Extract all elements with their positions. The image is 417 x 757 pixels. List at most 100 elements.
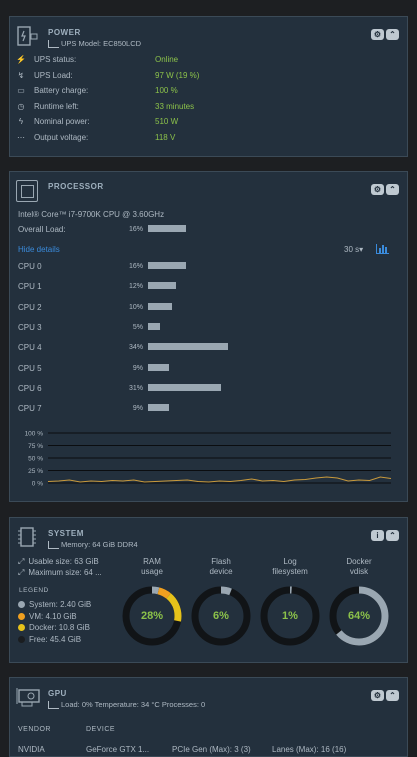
cpu-core-pct: 34%	[128, 344, 143, 352]
donut-value: 28%	[140, 610, 164, 622]
col-vendor: VENDOR	[18, 726, 51, 733]
resize-icon: ⤢	[18, 557, 25, 566]
graph-tick-label: 25 %	[28, 468, 43, 475]
ups-icon	[16, 25, 38, 47]
settings-button[interactable]: ⚙	[371, 184, 384, 195]
chevron-up-icon: ⌃	[389, 30, 396, 39]
graph-tick-label: 0 %	[32, 481, 43, 488]
dots-icon: ⋯	[17, 132, 25, 142]
info-button[interactable]: i	[371, 530, 384, 541]
power-row-value: 118 V	[155, 132, 176, 142]
cpu-core-pct: 16%	[128, 263, 143, 270]
gpu-panel: GPU Load: 0% Temperature: 34 °C Processe…	[9, 677, 408, 757]
clock-icon: ◷	[17, 101, 25, 111]
donut-label: RAM usage	[141, 557, 163, 576]
legend-dot	[18, 612, 25, 620]
hide-details-link[interactable]: Hide details	[18, 245, 60, 254]
gear-icon: ⚙	[373, 30, 382, 39]
gpu-icon	[16, 686, 40, 708]
info-icon: i	[376, 531, 379, 540]
power-row-value: 100 %	[155, 86, 178, 95]
col-device: DEVICE	[86, 726, 116, 733]
power-row-label: Output voltage:	[34, 132, 89, 142]
power-row-value: 97 W (19 %)	[155, 70, 200, 80]
legend-dot	[18, 601, 25, 609]
chart-icon	[48, 40, 59, 49]
collapse-button[interactable]: ⌃	[386, 690, 399, 701]
graph-toggle-icon[interactable]	[376, 244, 389, 254]
cpu-core-bar	[148, 322, 160, 330]
power-row-label: UPS Load:	[34, 70, 73, 80]
power-title: POWER	[48, 28, 81, 37]
cpu-core-bar	[148, 262, 186, 269]
cpu-core-pct: 10%	[128, 303, 143, 311]
chart-line-icon	[48, 701, 59, 710]
chevron-up-icon: ⌃	[389, 531, 396, 540]
cpu-core-pct: 12%	[128, 283, 143, 291]
resize-icon: ⤢	[18, 568, 25, 577]
collapse-button[interactable]: ⌃	[386, 29, 399, 40]
settings-button[interactable]: ⚙	[371, 29, 384, 40]
donut-label: Docker vdisk	[346, 557, 372, 576]
chevron-up-icon: ⌃	[389, 185, 396, 194]
system-panel: SYSTEM Memory: 64 GiB DDR4 i ⌃ ⤢ Usable si…	[9, 517, 408, 663]
graph-tick-label: 75 %	[28, 443, 43, 450]
graph-tick-label: 50 %	[28, 456, 43, 463]
graph-tick-label: 100 %	[25, 431, 44, 438]
donut-value: 64%	[347, 610, 371, 622]
cpu-load-graph: 100 % 75 % 50 % 25 % 0 %	[25, 431, 392, 488]
legend-dot	[18, 635, 25, 643]
power-row-label: Nominal power:	[34, 117, 90, 126]
cpu-core-bar	[148, 383, 221, 391]
cpu-core-pct: 9%	[132, 364, 143, 372]
legend-item: System: 2.40 GiB	[18, 600, 91, 609]
processor-panel: PROCESSOR ⚙ ⌃ Intel® Core™ i7-9700K CPU @…	[9, 171, 408, 502]
legend-item: Free: 45.4 GiB	[18, 635, 81, 644]
legend-title: LEGEND	[19, 587, 49, 594]
donut-value: 1%	[282, 610, 298, 622]
gear-icon: ⚙	[373, 691, 382, 700]
usable-size: ⤢ Usable size: 63 GiB	[18, 557, 99, 566]
load-icon: ↯	[17, 70, 25, 80]
cpu-core-bar	[148, 404, 170, 412]
collapse-button[interactable]: ⌃	[386, 530, 399, 541]
cpu-core-bar	[148, 343, 228, 351]
power-panel: POWER UPS Model: EC850LCD ⚙ ⌃ ⚡ UPS status…	[9, 16, 408, 157]
memory-icon	[16, 526, 38, 548]
cpu-load-line	[47, 476, 392, 483]
processor-title: PROCESSOR	[48, 182, 104, 191]
gear-icon: ⚙	[373, 185, 382, 194]
power-row-label: UPS status:	[34, 55, 77, 64]
overall-load-bar	[148, 225, 186, 232]
collapse-button[interactable]: ⌃	[386, 184, 399, 195]
cpu-core-bar	[148, 282, 177, 290]
plug-icon: ⚡	[16, 55, 26, 64]
cpu-core-pct: 9%	[132, 405, 143, 413]
system-memory: Memory: 64 GiB DDR4	[48, 540, 138, 550]
cpu-icon	[16, 180, 38, 202]
cpu-core-bar	[148, 363, 170, 371]
cpu-core-bar	[148, 302, 172, 310]
power-model: UPS Model: EC850LCD	[48, 39, 141, 49]
donut-label: Log filesystem	[272, 557, 308, 576]
interval-select[interactable]: 30 s▾	[344, 245, 363, 254]
chart-line-icon	[48, 541, 59, 550]
donut-value: 6%	[213, 610, 229, 622]
system-title: SYSTEM	[48, 529, 84, 538]
settings-button[interactable]: ⚙	[371, 690, 384, 701]
cpu-core-pct: 31%	[128, 384, 143, 392]
cpu-core-pct: 5%	[132, 323, 143, 331]
legend-dot	[18, 624, 25, 632]
maximum-size: ⤢ Maximum size: 64 ...	[18, 568, 102, 577]
chevron-up-icon: ⌃	[389, 691, 396, 700]
power-row-label: Battery charge:	[34, 86, 89, 95]
gpu-stats: Load: 0% Temperature: 34 °C Processes: 0	[48, 700, 205, 710]
bolt-icon: ϟ	[18, 117, 24, 126]
power-row-label: Runtime left:	[34, 101, 79, 111]
donut-label: Flash device	[209, 557, 233, 576]
gpu-title: GPU	[48, 689, 67, 698]
power-row-value: 33 minutes	[155, 101, 195, 111]
cpu-model: Intel® Core™ i7-9700K CPU @ 3.60GHz	[18, 210, 165, 219]
power-row-value: Online	[155, 55, 179, 64]
legend-item: VM: 4.10 GiB	[18, 612, 77, 621]
